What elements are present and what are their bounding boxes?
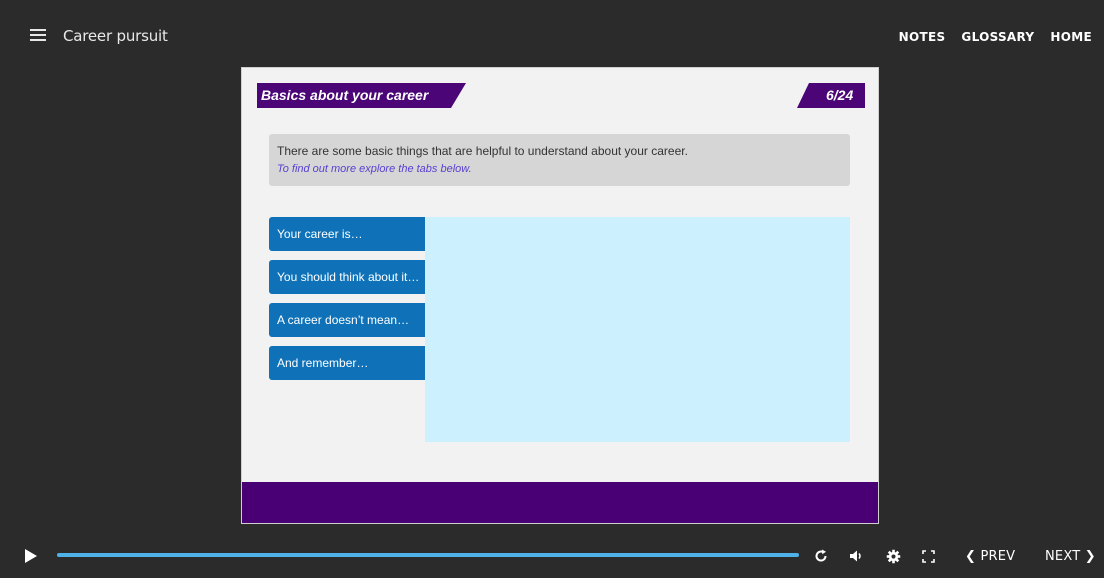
volume-icon[interactable]: [848, 547, 866, 565]
tab-label: A career doesn’t mean…: [277, 313, 410, 327]
next-button[interactable]: NEXT ❯: [1045, 549, 1096, 564]
tab-label: And remember…: [277, 356, 369, 370]
tab-career-doesnt-mean[interactable]: A career doesn’t mean…: [269, 303, 425, 337]
slide-footer-bar: [242, 482, 878, 523]
top-bar: Career pursuit NOTES GLOSSARY HOME: [0, 0, 1104, 70]
home-link[interactable]: HOME: [1050, 30, 1092, 44]
progress-bar[interactable]: [57, 553, 799, 557]
tab-your-career-is[interactable]: Your career is…: [269, 217, 425, 251]
intro-box: There are some basic things that are hel…: [269, 134, 850, 186]
tab-content-panel: [425, 217, 850, 442]
play-icon[interactable]: [25, 549, 37, 563]
prev-label: PREV: [980, 549, 1016, 564]
tab-list: Your career is… You should think about i…: [269, 217, 425, 389]
tab-label: You should think about it…: [277, 270, 420, 284]
slide-title: Basics about your career: [261, 87, 429, 103]
course-title: Career pursuit: [63, 27, 168, 45]
prev-button[interactable]: ❮ PREV: [965, 549, 1015, 564]
chevron-left-icon: ❮: [965, 549, 977, 564]
slide-counter: 6/24: [826, 87, 854, 103]
slide-content: Basics about your career 6/24 There are …: [241, 67, 879, 524]
tab-and-remember[interactable]: And remember…: [269, 346, 425, 380]
player-controls: ❮ PREV NEXT ❯: [0, 538, 1104, 578]
glossary-link[interactable]: GLOSSARY: [961, 30, 1034, 44]
tab-think-about-it[interactable]: You should think about it…: [269, 260, 425, 294]
next-label: NEXT: [1045, 549, 1081, 564]
chevron-right-icon: ❯: [1084, 549, 1096, 564]
progress-fill: [57, 553, 799, 557]
tab-label: Your career is…: [277, 227, 363, 241]
intro-text: There are some basic things that are hel…: [277, 144, 688, 158]
notes-link[interactable]: NOTES: [899, 30, 946, 44]
top-navigation: NOTES GLOSSARY HOME: [899, 30, 1092, 44]
fullscreen-icon[interactable]: [919, 547, 937, 565]
settings-icon[interactable]: [884, 547, 902, 565]
intro-hint: To find out more explore the tabs below.: [277, 163, 472, 175]
replay-icon[interactable]: [812, 547, 830, 565]
hamburger-menu-icon[interactable]: [30, 29, 46, 41]
